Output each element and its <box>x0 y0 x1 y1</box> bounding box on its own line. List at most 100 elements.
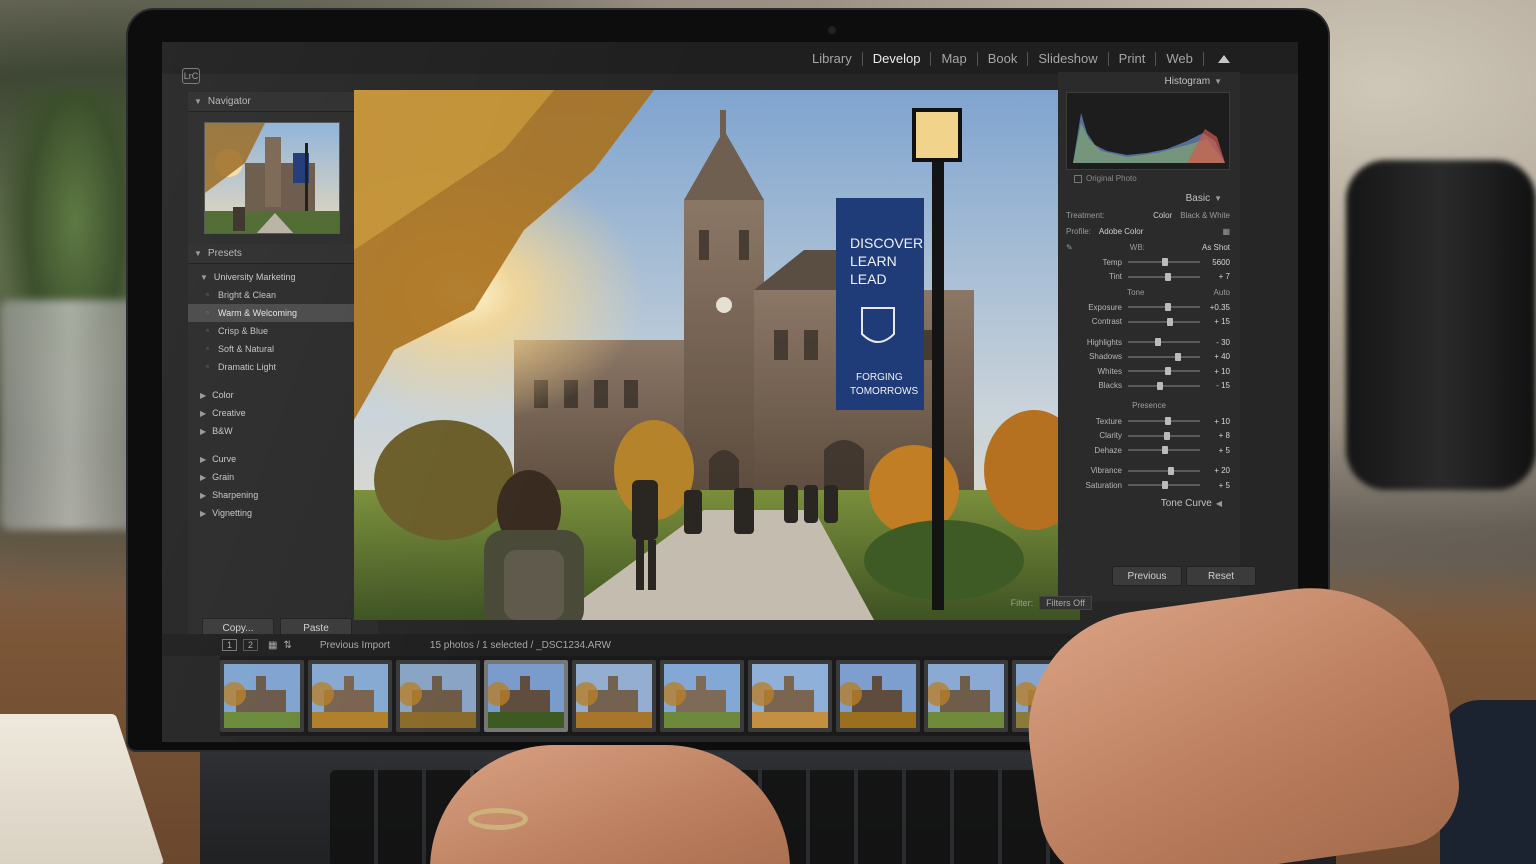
tone-detail-sliders: Highlights - 30 Shadows + 40 Whites + 10 Black… <box>1058 335 1240 393</box>
histogram[interactable] <box>1066 92 1230 170</box>
slider-track-clarity[interactable] <box>1128 431 1200 440</box>
slider-track-temp[interactable] <box>1128 258 1200 267</box>
filmstrip-source[interactable]: Previous Import <box>320 640 390 651</box>
slider-label: Shadows <box>1089 352 1122 362</box>
slider-knob[interactable] <box>1163 431 1170 440</box>
slider-track-vibrance[interactable] <box>1128 466 1200 475</box>
preset-folder-bw[interactable]: ▶ B&W <box>188 422 378 440</box>
slider-value[interactable]: - 15 <box>1200 381 1230 390</box>
preset-folder-color[interactable]: ▶ Color <box>188 386 378 404</box>
slider-value[interactable]: + 10 <box>1200 417 1230 426</box>
filmstrip-thumbnail[interactable] <box>572 660 656 732</box>
filmstrip-thumbnail[interactable] <box>836 660 920 732</box>
module-book[interactable]: Book <box>978 52 1029 66</box>
view-2-button[interactable]: 2 <box>243 639 259 651</box>
slider-knob[interactable] <box>1168 466 1175 475</box>
slider-knob[interactable] <box>1157 381 1164 390</box>
previous-button[interactable]: Previous <box>1112 566 1182 586</box>
preset-folder-sharpening[interactable]: ▶ Sharpening <box>188 486 378 504</box>
slider-knob[interactable] <box>1164 417 1171 426</box>
slider-value[interactable]: + 10 <box>1200 367 1230 376</box>
treatment-color-option[interactable]: Color <box>1153 211 1172 220</box>
slider-track-whites[interactable] <box>1128 367 1200 376</box>
filmstrip-count[interactable]: 15 photos / 1 selected / _DSC1234.ARW <box>430 640 611 651</box>
module-web[interactable]: Web <box>1156 52 1204 66</box>
profile-browser-icon[interactable]: ▦ <box>1222 227 1230 236</box>
slider-knob[interactable] <box>1165 272 1172 281</box>
preset-soft-natural[interactable]: Soft & Natural <box>188 340 378 358</box>
slider-knob[interactable] <box>1166 317 1173 326</box>
preset-bright-clean[interactable]: Bright & Clean <box>188 286 378 304</box>
main-photo[interactable]: DISCOVER LEARN LEAD FORGING TOMORROWS <box>354 90 1080 620</box>
slider-value[interactable]: + 5 <box>1200 481 1230 490</box>
slider-track-blacks[interactable] <box>1128 381 1200 390</box>
slider-value[interactable]: +0.35 <box>1200 303 1230 312</box>
wb-dropdown[interactable]: As Shot <box>1202 243 1230 252</box>
original-photo-toggle[interactable]: Original Photo <box>1074 174 1240 183</box>
filmstrip-thumbnail[interactable] <box>660 660 744 732</box>
tone-curve-header[interactable]: Tone Curve ◀ <box>1058 495 1240 513</box>
slider-value[interactable]: - 30 <box>1200 338 1230 347</box>
navigator-preview[interactable] <box>204 122 340 234</box>
preset-folder-label: Sharpening <box>212 490 259 500</box>
collapse-top-icon[interactable] <box>1217 55 1230 63</box>
slider-track-texture[interactable] <box>1128 417 1200 426</box>
module-develop[interactable]: Develop <box>863 52 932 66</box>
slider-knob[interactable] <box>1162 258 1169 267</box>
eyedropper-icon[interactable]: ✎ <box>1066 243 1073 252</box>
reset-button[interactable]: Reset <box>1186 566 1256 586</box>
slider-knob[interactable] <box>1165 303 1172 312</box>
preset-warm-welcoming[interactable]: Warm & Welcoming <box>188 304 378 322</box>
slider-track-exposure[interactable] <box>1128 303 1200 312</box>
slider-knob[interactable] <box>1175 352 1182 361</box>
slider-value[interactable]: + 8 <box>1200 431 1230 440</box>
slider-label: Clarity <box>1099 431 1122 441</box>
treatment-bw-option[interactable]: Black & White <box>1180 211 1230 220</box>
filmstrip-thumbnail[interactable] <box>308 660 392 732</box>
filmstrip-thumbnail[interactable] <box>220 660 304 732</box>
filter-dropdown[interactable]: Filters Off <box>1039 596 1092 610</box>
filmstrip-thumbnail[interactable] <box>924 660 1008 732</box>
filmstrip-thumbnail[interactable] <box>484 660 568 732</box>
filmstrip-thumbnail[interactable] <box>396 660 480 732</box>
histogram-header[interactable]: Histogram ▼ <box>1058 72 1240 90</box>
preset-folder-curve[interactable]: ▶ Curve <box>188 450 378 468</box>
auto-tone-button[interactable]: Auto <box>1214 288 1230 297</box>
slider-value[interactable]: + 15 <box>1200 317 1230 326</box>
slider-value[interactable]: + 5 <box>1200 446 1230 455</box>
slider-knob[interactable] <box>1155 338 1162 347</box>
slider-value[interactable]: 5600 <box>1200 258 1230 267</box>
presets-header[interactable]: ▼ Presets <box>188 244 378 264</box>
preset-folder-vignetting[interactable]: ▶ Vignetting <box>188 504 378 522</box>
preset-folder-grain[interactable]: ▶ Grain <box>188 468 378 486</box>
presets-title: Presets <box>207 248 242 259</box>
module-print[interactable]: Print <box>1109 52 1157 66</box>
slider-value[interactable]: + 7 <box>1200 272 1230 281</box>
slider-value[interactable]: + 40 <box>1200 352 1230 361</box>
slider-track-saturation[interactable] <box>1128 481 1200 490</box>
profile-dropdown[interactable]: Adobe Color <box>1099 227 1143 236</box>
module-slideshow[interactable]: Slideshow <box>1028 52 1109 66</box>
slider-track-contrast[interactable] <box>1128 317 1200 326</box>
slider-value[interactable]: + 20 <box>1200 466 1230 475</box>
preset-crisp-blue[interactable]: Crisp & Blue <box>188 322 378 340</box>
filmstrip-thumbnail[interactable] <box>748 660 832 732</box>
grid-icon[interactable]: ▦ <box>268 640 277 651</box>
slider-knob[interactable] <box>1162 446 1169 455</box>
preset-folder-creative[interactable]: ▶ Creative <box>188 404 378 422</box>
module-library[interactable]: Library <box>802 52 863 66</box>
view-1-button[interactable]: 1 <box>222 639 238 651</box>
navigator-header[interactable]: ▼ Navigator <box>188 92 378 112</box>
slider-track-highlights[interactable] <box>1128 338 1200 347</box>
preset-dramatic-light[interactable]: Dramatic Light <box>188 358 378 376</box>
module-map[interactable]: Map <box>931 52 978 66</box>
slider-track-dehaze[interactable] <box>1128 446 1200 455</box>
slider-knob[interactable] <box>1164 367 1171 376</box>
basic-header[interactable]: Basic ▼ <box>1058 189 1240 207</box>
slider-track-shadows[interactable] <box>1128 352 1200 361</box>
left-panel: ▼ Navigator ▼ Presets ▼ University Marke… <box>188 92 378 642</box>
slider-track-tint[interactable] <box>1128 272 1200 281</box>
preset-folder-university-marketing[interactable]: ▼ University Marketing <box>188 268 378 286</box>
slider-knob[interactable] <box>1162 481 1169 490</box>
nav-arrows-icon[interactable]: ⇅ <box>283 640 291 651</box>
